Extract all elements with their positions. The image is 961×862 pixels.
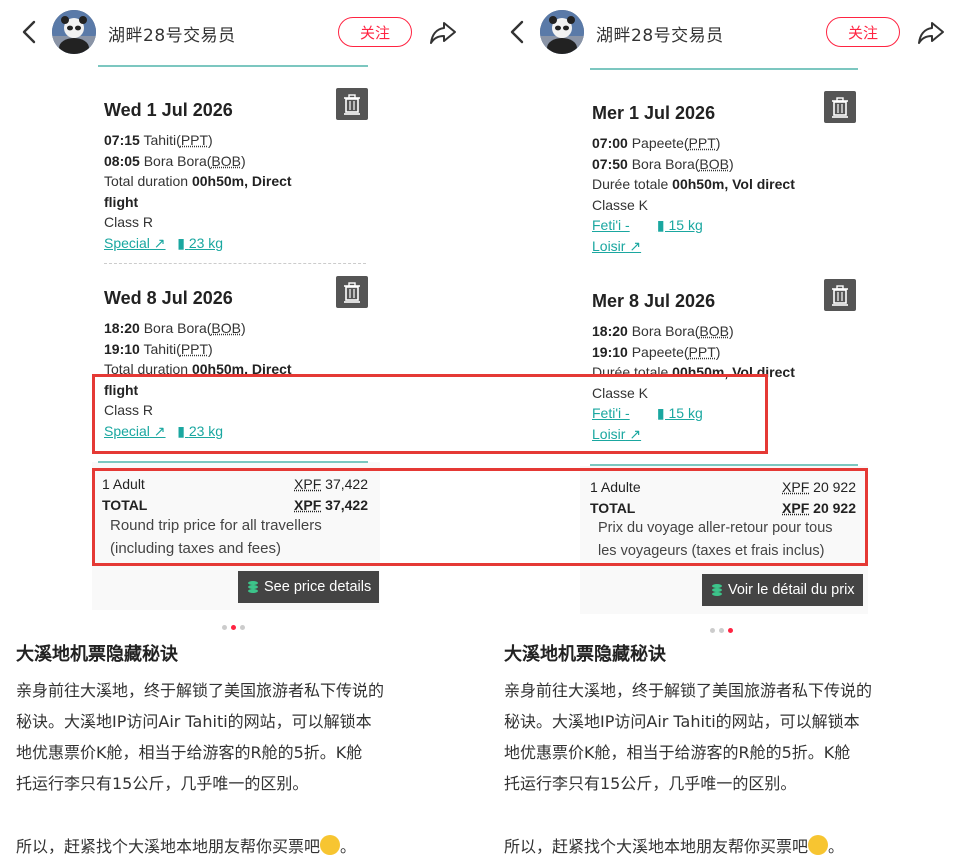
total-label: TOTAL <box>590 500 636 516</box>
post-panel-left: 湖畔28号交易员 关注 Wed 1 Jul 2026 07:15 Tahiti(… <box>0 0 480 860</box>
post-title: 大溪地机票隐藏秘诀 <box>16 644 178 665</box>
post-panel-right: 湖畔28号交易员 关注 Mer 1 Jul 2026 07:00 Papeete… <box>488 0 961 860</box>
price-details-button[interactable]: See price details <box>238 571 380 603</box>
post-header: 湖畔28号交易员 关注 <box>488 10 961 54</box>
trash-icon[interactable] <box>336 88 368 120</box>
flight-date: Mer 8 Jul 2026 <box>592 291 716 311</box>
back-arrow-icon[interactable] <box>18 18 44 46</box>
total-label: TOTAL <box>102 497 148 513</box>
baggage-link[interactable]: ▮ 15 kg <box>657 405 703 421</box>
teal-divider <box>98 65 368 67</box>
flight-details: 07:00 Papeete(PPT) 07:50 Bora Bora(BOB) … <box>592 135 795 254</box>
pax-price: XPF 20 922 <box>782 479 856 495</box>
price-details-button[interactable]: Voir le détail du prix <box>702 574 863 606</box>
fare-link[interactable]: Loisir ↗ <box>592 238 641 254</box>
post-body: 亲身前往大溪地，终于解锁了美国旅游者私下传说的 秘诀。大溪地IP访问Air Ta… <box>504 681 873 856</box>
baggage-link[interactable]: ▮ 15 kg <box>657 217 703 233</box>
baggage-link[interactable]: ▮ 23 kg <box>177 235 223 251</box>
price-note: Round trip price for all travellers (inc… <box>110 517 322 557</box>
winking-tongue-emoji-icon <box>320 835 341 855</box>
share-icon[interactable] <box>916 18 946 46</box>
flight-separator <box>104 263 366 264</box>
teal-divider <box>590 464 858 466</box>
flight-date: Mer 1 Jul 2026 <box>592 103 716 123</box>
flight-details: 18:20 Bora Bora(BOB) 19:10 Tahiti(PPT) T… <box>104 320 292 439</box>
pax-label: 1 Adulte <box>590 479 641 495</box>
carousel-dots <box>222 615 249 630</box>
teal-divider <box>98 461 368 463</box>
follow-button[interactable]: 关注 <box>826 17 900 47</box>
flight-details: 18:20 Bora Bora(BOB) 19:10 Papeete(PPT) … <box>592 323 795 442</box>
fare-link[interactable]: Special ↗ <box>104 235 166 251</box>
flight-details: 07:15 Tahiti(PPT) 08:05 Bora Bora(BOB) T… <box>104 132 292 251</box>
total-price: XPF 20 922 <box>782 500 856 516</box>
pax-label: 1 Adult <box>102 476 145 492</box>
baggage-link[interactable]: ▮ 23 kg <box>177 423 223 439</box>
username[interactable]: 湖畔28号交易员 <box>596 21 724 46</box>
share-icon[interactable] <box>428 18 458 46</box>
carousel-dots <box>710 618 737 633</box>
post-body: 亲身前往大溪地，终于解锁了美国旅游者私下传说的 秘诀。大溪地IP访问Air Ta… <box>16 681 385 856</box>
trash-icon[interactable] <box>824 91 856 123</box>
fare-link[interactable]: Special ↗ <box>104 423 166 439</box>
fare-link[interactable]: Feti'i - <box>592 405 630 421</box>
avatar[interactable] <box>540 10 584 54</box>
booking-screenshot: Mer 1 Jul 2026 07:00 Papeete(PPT) 07:50 … <box>580 62 868 633</box>
post-title: 大溪地机票隐藏秘诀 <box>504 644 666 665</box>
teal-divider <box>590 68 858 70</box>
pax-price: XPF 37,422 <box>294 476 368 492</box>
fare-link[interactable]: Loisir ↗ <box>592 426 641 442</box>
trash-icon[interactable] <box>336 276 368 308</box>
price-note: Prix du voyage aller-retour pour tous le… <box>598 520 833 559</box>
flight-date: Wed 1 Jul 2026 <box>104 100 233 120</box>
coins-icon <box>248 581 258 593</box>
booking-screenshot: Wed 1 Jul 2026 07:15 Tahiti(PPT) 08:05 B… <box>92 62 380 630</box>
total-price: XPF 37,422 <box>294 497 368 513</box>
flight-date: Wed 8 Jul 2026 <box>104 288 233 308</box>
back-arrow-icon[interactable] <box>506 18 532 46</box>
coins-icon <box>712 584 722 596</box>
username[interactable]: 湖畔28号交易员 <box>108 21 236 46</box>
fare-link[interactable]: Feti'i - <box>592 217 630 233</box>
trash-icon[interactable] <box>824 279 856 311</box>
follow-button[interactable]: 关注 <box>338 17 412 47</box>
winking-tongue-emoji-icon <box>808 835 829 855</box>
avatar[interactable] <box>52 10 96 54</box>
post-header: 湖畔28号交易员 关注 <box>0 10 480 54</box>
